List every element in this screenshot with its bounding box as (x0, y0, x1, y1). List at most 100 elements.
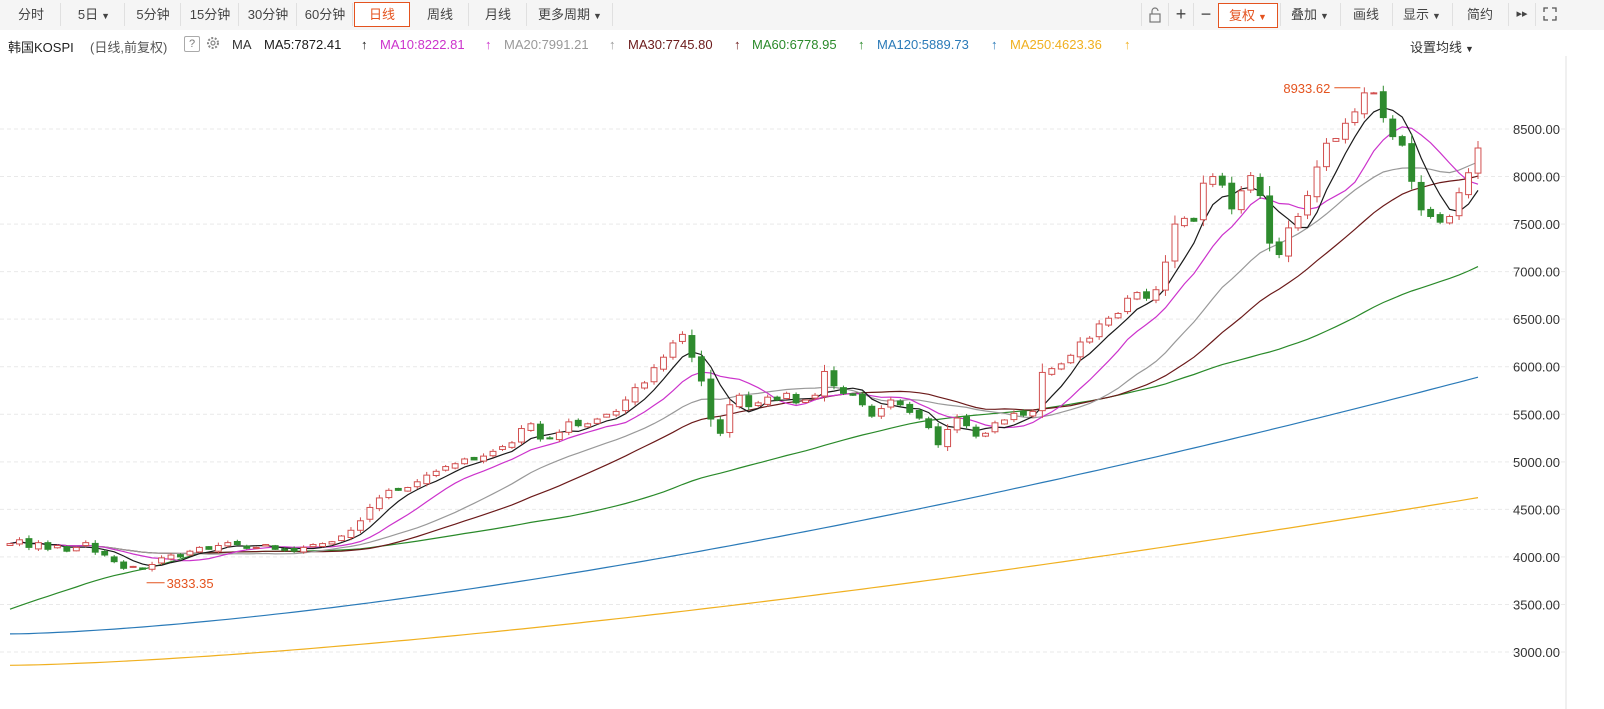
help-icon[interactable]: ? (184, 36, 200, 52)
candle-body (53, 544, 61, 549)
candle-body (432, 470, 440, 477)
candle-body (1379, 91, 1387, 119)
chevron-down-icon: ▼ (1258, 12, 1267, 22)
candle-body (328, 541, 336, 545)
ma-legend: 韩国KOSPI (日线,前复权) ? MA MA5:7872.41 ↑ MA10… (0, 30, 1604, 56)
candle-body (366, 506, 374, 520)
candle-body (1162, 261, 1169, 291)
candle-body (1266, 195, 1274, 244)
candle-body (963, 416, 971, 427)
candle-body (1474, 147, 1482, 174)
fullscreen-icon[interactable] (1535, 3, 1564, 26)
candle-body (650, 367, 658, 383)
candle-body (726, 404, 734, 434)
candle-body (688, 335, 696, 358)
candle-body (72, 546, 80, 552)
tab-intraday[interactable]: 分时 (2, 3, 61, 26)
tab-5day[interactable]: 5日 ▼ (64, 3, 125, 26)
candle-body (1199, 182, 1207, 221)
candle-body (546, 437, 554, 440)
candle-body (593, 418, 601, 424)
candle-body (707, 378, 715, 420)
y-tick-label: 4000.00 (1513, 550, 1560, 565)
tab-daily[interactable]: 日线 (354, 2, 410, 27)
lock-icon[interactable] (1141, 3, 1168, 26)
candle-body (281, 548, 289, 551)
draw-line-button[interactable]: 画线 (1340, 3, 1391, 26)
candle-body (631, 387, 639, 403)
candle-body (584, 423, 592, 428)
candle-body (754, 402, 762, 407)
fuquan-button[interactable]: 复权 ▼ (1218, 3, 1278, 28)
candle-body (1351, 111, 1359, 124)
chart-background (0, 56, 1604, 709)
candle-body (34, 542, 42, 550)
candle-body (1398, 136, 1406, 146)
next-button[interactable]: ▸▸ (1508, 3, 1535, 26)
tab-15min[interactable]: 15分钟 (182, 3, 239, 26)
candle-body (679, 333, 686, 342)
chevron-down-icon: ▼ (101, 11, 111, 21)
chevron-down-icon: ▼ (1432, 11, 1441, 21)
candle-body (319, 543, 326, 547)
ma250-value: MA250:4623.36 (1010, 37, 1102, 52)
candle-body (1323, 142, 1330, 168)
candle-body (565, 421, 573, 433)
chevron-down-icon: ▼ (1465, 44, 1474, 54)
candle-body (290, 547, 298, 552)
candle-body (527, 423, 535, 431)
candle-body (1010, 412, 1018, 421)
tab-5min[interactable]: 5分钟 (126, 3, 181, 26)
candle-body (1114, 312, 1122, 319)
candle-body (423, 474, 431, 485)
tab-monthly[interactable]: 月线 (470, 3, 527, 26)
overlay-button[interactable]: 叠加 ▼ (1280, 3, 1339, 26)
candle-body (442, 466, 450, 471)
candle-body (1190, 217, 1198, 222)
candle-body (792, 393, 800, 404)
candle-body (148, 564, 156, 570)
candle-body (461, 458, 469, 465)
candle-body (347, 529, 355, 539)
candle-body (413, 481, 421, 488)
zoom-in-button[interactable]: + (1168, 3, 1193, 26)
kline-chart[interactable]: 8500.00 8000.00 7500.00 7000.00 6500.00 6000.… (0, 56, 1604, 709)
candle-body (1370, 92, 1378, 95)
max-price-label: 8933.62 (1283, 81, 1330, 96)
zoom-out-button[interactable]: − (1193, 3, 1218, 26)
display-button[interactable]: 显示 ▼ (1392, 3, 1451, 26)
candle-body (243, 545, 251, 549)
tab-more-periods[interactable]: 更多周期 ▼ (528, 3, 613, 26)
tab-60min[interactable]: 60分钟 (298, 3, 353, 26)
min-price-label: 3833.35 (167, 576, 214, 591)
ma-settings-button[interactable]: 设置均线 ▼ (1410, 37, 1474, 56)
candle-body (1389, 118, 1397, 138)
candle-body (356, 520, 364, 531)
candle-body (1341, 122, 1349, 140)
tab-30min[interactable]: 30分钟 (240, 3, 297, 26)
candle-body (309, 544, 317, 548)
ma250-arrow-icon: ↑ (1124, 37, 1131, 52)
index-title: 韩国KOSPI (8, 40, 74, 55)
candle-body (177, 554, 184, 558)
candle-body (110, 556, 118, 563)
gear-icon[interactable] (205, 35, 221, 54)
candle-body (158, 557, 165, 564)
simple-mode-button[interactable]: 简约 (1452, 3, 1507, 26)
candle-body (811, 394, 819, 399)
candle-body (195, 546, 203, 553)
candle-body (271, 545, 279, 550)
y-tick-label: 7500.00 (1513, 217, 1560, 232)
candle-body (972, 426, 980, 437)
candle-body (764, 396, 772, 405)
candle-body (773, 396, 781, 401)
candle-body (574, 419, 582, 427)
candle-body (375, 497, 383, 510)
candle-body (129, 565, 137, 568)
y-tick-label: 8000.00 (1513, 170, 1560, 185)
candle-body (745, 395, 753, 408)
chevron-down-icon: ▼ (1320, 11, 1329, 21)
candle-body (385, 489, 393, 499)
tab-weekly[interactable]: 周线 (412, 3, 469, 26)
candle-body (262, 544, 270, 547)
